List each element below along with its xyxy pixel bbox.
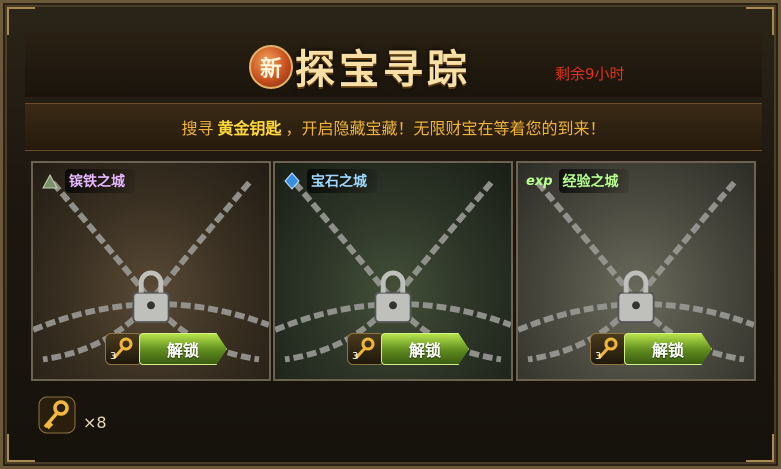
card-title: 镔铁之城 <box>41 169 135 193</box>
time-remaining: 剩余9小时 <box>555 65 625 83</box>
card-title-label: 经验之城 <box>558 169 629 193</box>
city-card-iron[interactable]: 镔铁之城 3 解锁 <box>31 161 271 381</box>
card-title-label: 宝石之城 <box>307 169 377 193</box>
unlock-row: 3 解锁 <box>105 333 227 365</box>
city-card-gem[interactable]: 宝石之城 3 解锁 <box>273 161 513 381</box>
key-inventory: ×8 <box>37 395 107 435</box>
exp-icon: exp <box>526 173 553 189</box>
banner-text-2: ，开启隐藏宝藏！无限财宝在等着您的到来！ <box>285 119 606 138</box>
key-cost: 3 <box>595 351 602 362</box>
card-title-label: 镔铁之城 <box>65 169 135 193</box>
golden-key-icon <box>38 396 76 434</box>
frame-corner <box>746 7 774 35</box>
unlock-row: 3 解锁 <box>347 333 469 365</box>
info-banner: 搜寻 黄金钥匙 ，开启隐藏宝藏！无限财宝在等着您的到来！ <box>25 103 762 151</box>
unlock-button[interactable]: 解锁 <box>381 333 469 365</box>
card-title: 宝石之城 <box>283 169 377 193</box>
unlock-button[interactable]: 解锁 <box>139 333 227 365</box>
frame-corner <box>7 7 35 35</box>
key-cost: 3 <box>110 351 117 362</box>
key-cost-slot: 3 <box>590 333 628 365</box>
banner-highlight: 黄金钥匙 <box>217 119 282 138</box>
ore-pile-icon <box>42 173 58 189</box>
blue-gem-icon <box>284 172 300 190</box>
key-cost-slot: 3 <box>105 333 143 365</box>
frame-corner <box>7 434 35 462</box>
frame-corner <box>746 434 774 462</box>
card-title: exp 经验之城 <box>526 169 629 193</box>
unlock-row: 3 解锁 <box>590 333 712 365</box>
treasure-hunt-panel: 新 探宝寻踪 剩余9小时 搜寻 黄金钥匙 ，开启隐藏宝藏！无限财宝在等着您的到来… <box>0 0 781 469</box>
new-badge: 新 <box>249 45 293 89</box>
key-cost-slot: 3 <box>347 333 385 365</box>
banner-text-1: 搜寻 <box>181 119 214 138</box>
city-card-exp[interactable]: exp 经验之城 3 解锁 <box>516 161 756 381</box>
key-count: ×8 <box>83 412 107 432</box>
key-cost: 3 <box>352 351 359 362</box>
page-title: 探宝寻踪 <box>295 46 471 93</box>
unlock-button[interactable]: 解锁 <box>624 333 712 365</box>
